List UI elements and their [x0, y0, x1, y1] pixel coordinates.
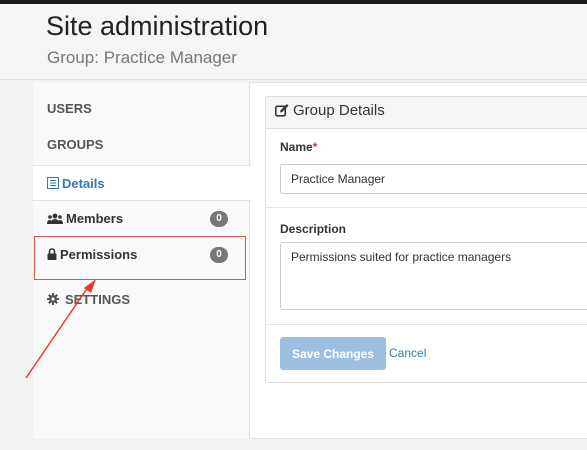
- annotation-arrow: [25, 279, 96, 379]
